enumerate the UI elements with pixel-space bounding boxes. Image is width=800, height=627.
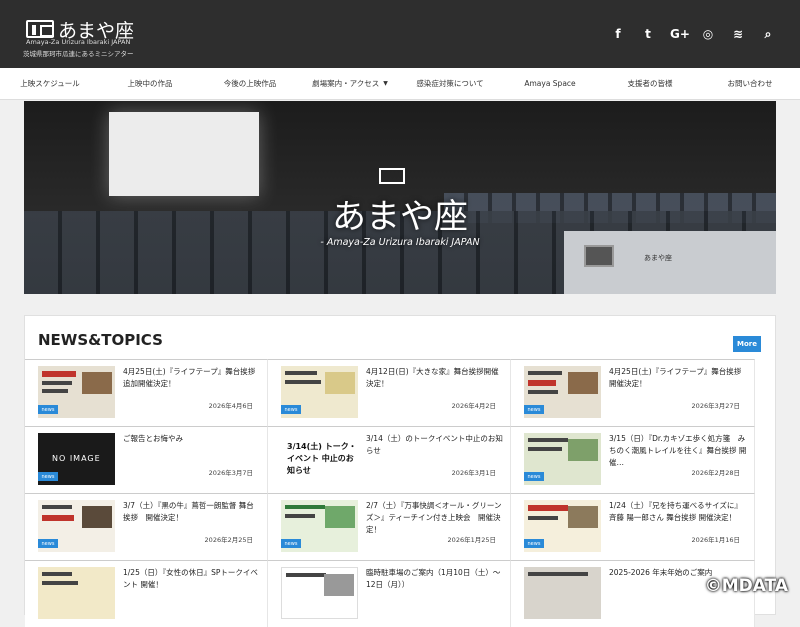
cinema-screen [109, 112, 259, 196]
news-date: 2026年4月2日 [452, 400, 496, 410]
news-badge: news [524, 539, 544, 548]
chevron-down-icon: ▼ [383, 80, 388, 87]
nav-item-amaya-space[interactable]: Amaya Space [500, 68, 600, 99]
news-title[interactable]: 臨時駐車場のご案内（1月10日（土）〜12日（月）） [366, 567, 504, 591]
nav-item-now-showing[interactable]: 上映中の作品 [100, 68, 200, 99]
hero-title: あまや座 [24, 189, 776, 238]
nav-item-label: 上映中の作品 [128, 78, 173, 89]
news-title[interactable]: 1/25（日）『女性の休日』SPトークイベント 開催！ [123, 567, 261, 591]
instagram-icon[interactable]: ◎ [700, 27, 716, 42]
news-card[interactable]: 臨時駐車場のご案内（1月10日（土）〜12日（月）） [268, 560, 511, 627]
nav-item-label: 劇場案内・アクセス [312, 78, 379, 89]
news-card[interactable]: NO IMAGE news ご報告とお悔やみ 2026年3月7日 [25, 426, 268, 493]
news-heading: NEWS&TOPICS [38, 331, 163, 349]
news-card[interactable]: news 4月25日(土)『ライフテープ』舞台挨拶 開催決定！ 2026年3月2… [511, 359, 755, 426]
nav-item-supporters[interactable]: 支援者の皆様 [600, 68, 700, 99]
facebook-icon[interactable]: f [610, 27, 626, 42]
news-card[interactable]: news 3/15（日）『Dr.カキゾエ歩く処方箋 みちのく潮風トレイルを往く』… [511, 426, 755, 493]
nav-item-infection[interactable]: 感染症対策について [400, 68, 500, 99]
news-badge: news [524, 405, 544, 414]
news-badge: news [281, 539, 301, 548]
nav-item-label: 上映スケジュール [20, 78, 79, 89]
news-badge: news [281, 405, 301, 414]
news-card[interactable]: news 4月12日(日)『大きな家』舞台挨拶開催決定！ 2026年4月2日 [268, 359, 511, 426]
nav-item-access[interactable]: 劇場案内・アクセス ▼ [300, 68, 400, 99]
news-thumbnail [524, 567, 601, 619]
news-title[interactable]: 4月25日(土)『ライフテープ』舞台挨拶 追加開催決定！ [123, 366, 261, 390]
news-card[interactable]: 3/14(土) トーク・イベント 中止のお知らせ 3/14（土）のトークイベント… [268, 426, 511, 493]
news-grid: news 4月25日(土)『ライフテープ』舞台挨拶 追加開催決定！ 2026年4… [25, 359, 755, 627]
news-date: 2026年2月28日 [692, 467, 740, 477]
news-badge: news [524, 472, 544, 481]
nav-item-schedule[interactable]: 上映スケジュール [0, 68, 100, 99]
news-date: 2026年2月25日 [205, 534, 253, 544]
news-card[interactable]: 1/25（日）『女性の休日』SPトークイベント 開催！ [25, 560, 268, 627]
site-subtitle-en: Amaya-Za Urizura Ibaraki JAPAN [26, 38, 130, 46]
news-thumbnail: 3/14(土) トーク・イベント 中止のお知らせ [281, 433, 358, 485]
copyright-watermark: ©MDATA [705, 576, 788, 596]
news-card[interactable]: news 3/7（土）『黒の牛』蔦哲一朗監督 舞台挨拶 開催決定！ 2026年2… [25, 493, 268, 560]
news-date: 2026年4月6日 [209, 400, 253, 410]
main-nav: 上映スケジュール 上映中の作品 今後の上映作品 劇場案内・アクセス ▼ 感染症対策… [0, 68, 800, 100]
booth-window [584, 245, 614, 267]
nav-item-upcoming[interactable]: 今後の上映作品 [200, 68, 300, 99]
nav-item-label: 支援者の皆様 [628, 78, 673, 89]
nav-item-contact[interactable]: お問い合わせ [700, 68, 800, 99]
site-subtitle-jp: 茨城県那珂市瓜連にあるミニシアター [23, 48, 134, 58]
twitter-icon[interactable]: t [640, 27, 656, 42]
news-title[interactable]: 4月25日(土)『ライフテープ』舞台挨拶 開催決定！ [609, 366, 747, 390]
news-title[interactable]: 3/15（日）『Dr.カキゾエ歩く処方箋 みちのく潮風トレイルを往く』舞台挨拶 … [609, 433, 747, 469]
news-date: 2026年1月25日 [448, 534, 496, 544]
news-date: 2026年3月1日 [452, 467, 496, 477]
news-section: NEWS&TOPICS More news 4月25日(土)『ライフテープ』舞台… [24, 315, 776, 615]
hero-subtitle: - Amaya-Za Urizura Ibaraki JAPAN [24, 237, 776, 248]
news-card[interactable]: news 2/7（土）『万事快調＜オール・グリーンズ＞』ティーチイン付き上映会 … [268, 493, 511, 560]
rss-icon[interactable]: ≋ [730, 27, 746, 42]
news-badge: news [38, 405, 58, 414]
no-image-label: NO IMAGE [52, 454, 101, 463]
hero-banner: あまや座 あまや座 - Amaya-Za Urizura Ibaraki JAP… [24, 101, 776, 294]
news-date: 2026年1月16日 [692, 534, 740, 544]
news-date: 2026年3月27日 [692, 400, 740, 410]
site-header: あまや座 Amaya-Za Urizura Ibaraki JAPAN 茨城県那… [0, 0, 800, 68]
more-button[interactable]: More [733, 336, 761, 352]
search-icon[interactable]: ⌕ [760, 27, 776, 42]
news-title[interactable]: 3/14（土）のトークイベント中止のお知らせ [366, 433, 504, 457]
news-title[interactable]: 1/24（土）『兄を持ち運べるサイズに』斉藤 陽一郎さん 舞台挨拶 開催決定！ [609, 500, 747, 524]
news-thumbnail [38, 567, 115, 619]
logo-mark-icon [26, 20, 54, 38]
news-title[interactable]: ご報告とお悔やみ [123, 433, 261, 445]
nav-item-label: 感染症対策について [416, 78, 483, 89]
nav-item-label: Amaya Space [524, 79, 575, 88]
nav-item-label: 今後の上映作品 [224, 78, 277, 89]
nav-item-label: お問い合わせ [728, 78, 773, 89]
news-title[interactable]: 3/7（土）『黒の牛』蔦哲一朗監督 舞台挨拶 開催決定！ [123, 500, 261, 524]
news-badge: news [38, 539, 58, 548]
news-title[interactable]: 2/7（土）『万事快調＜オール・グリーンズ＞』ティーチイン付き上映会 開催決定！ [366, 500, 504, 536]
news-thumbnail [281, 567, 358, 619]
thumbnail-text: 3/14(土) トーク・イベント 中止のお知らせ [287, 441, 358, 477]
social-links: f t G+ ◎ ≋ ⌕ [610, 27, 776, 42]
google-plus-icon[interactable]: G+ [670, 27, 686, 42]
news-card[interactable]: news 4月25日(土)『ライフテープ』舞台挨拶 追加開催決定！ 2026年4… [25, 359, 268, 426]
news-title[interactable]: 4月12日(日)『大きな家』舞台挨拶開催決定！ [366, 366, 504, 390]
news-card[interactable]: news 1/24（土）『兄を持ち運べるサイズに』斉藤 陽一郎さん 舞台挨拶 開… [511, 493, 755, 560]
hero-logo-mark-icon [379, 168, 405, 184]
booth-label: あまや座 [644, 253, 672, 263]
news-badge: news [38, 472, 58, 481]
news-date: 2026年3月7日 [209, 467, 253, 477]
